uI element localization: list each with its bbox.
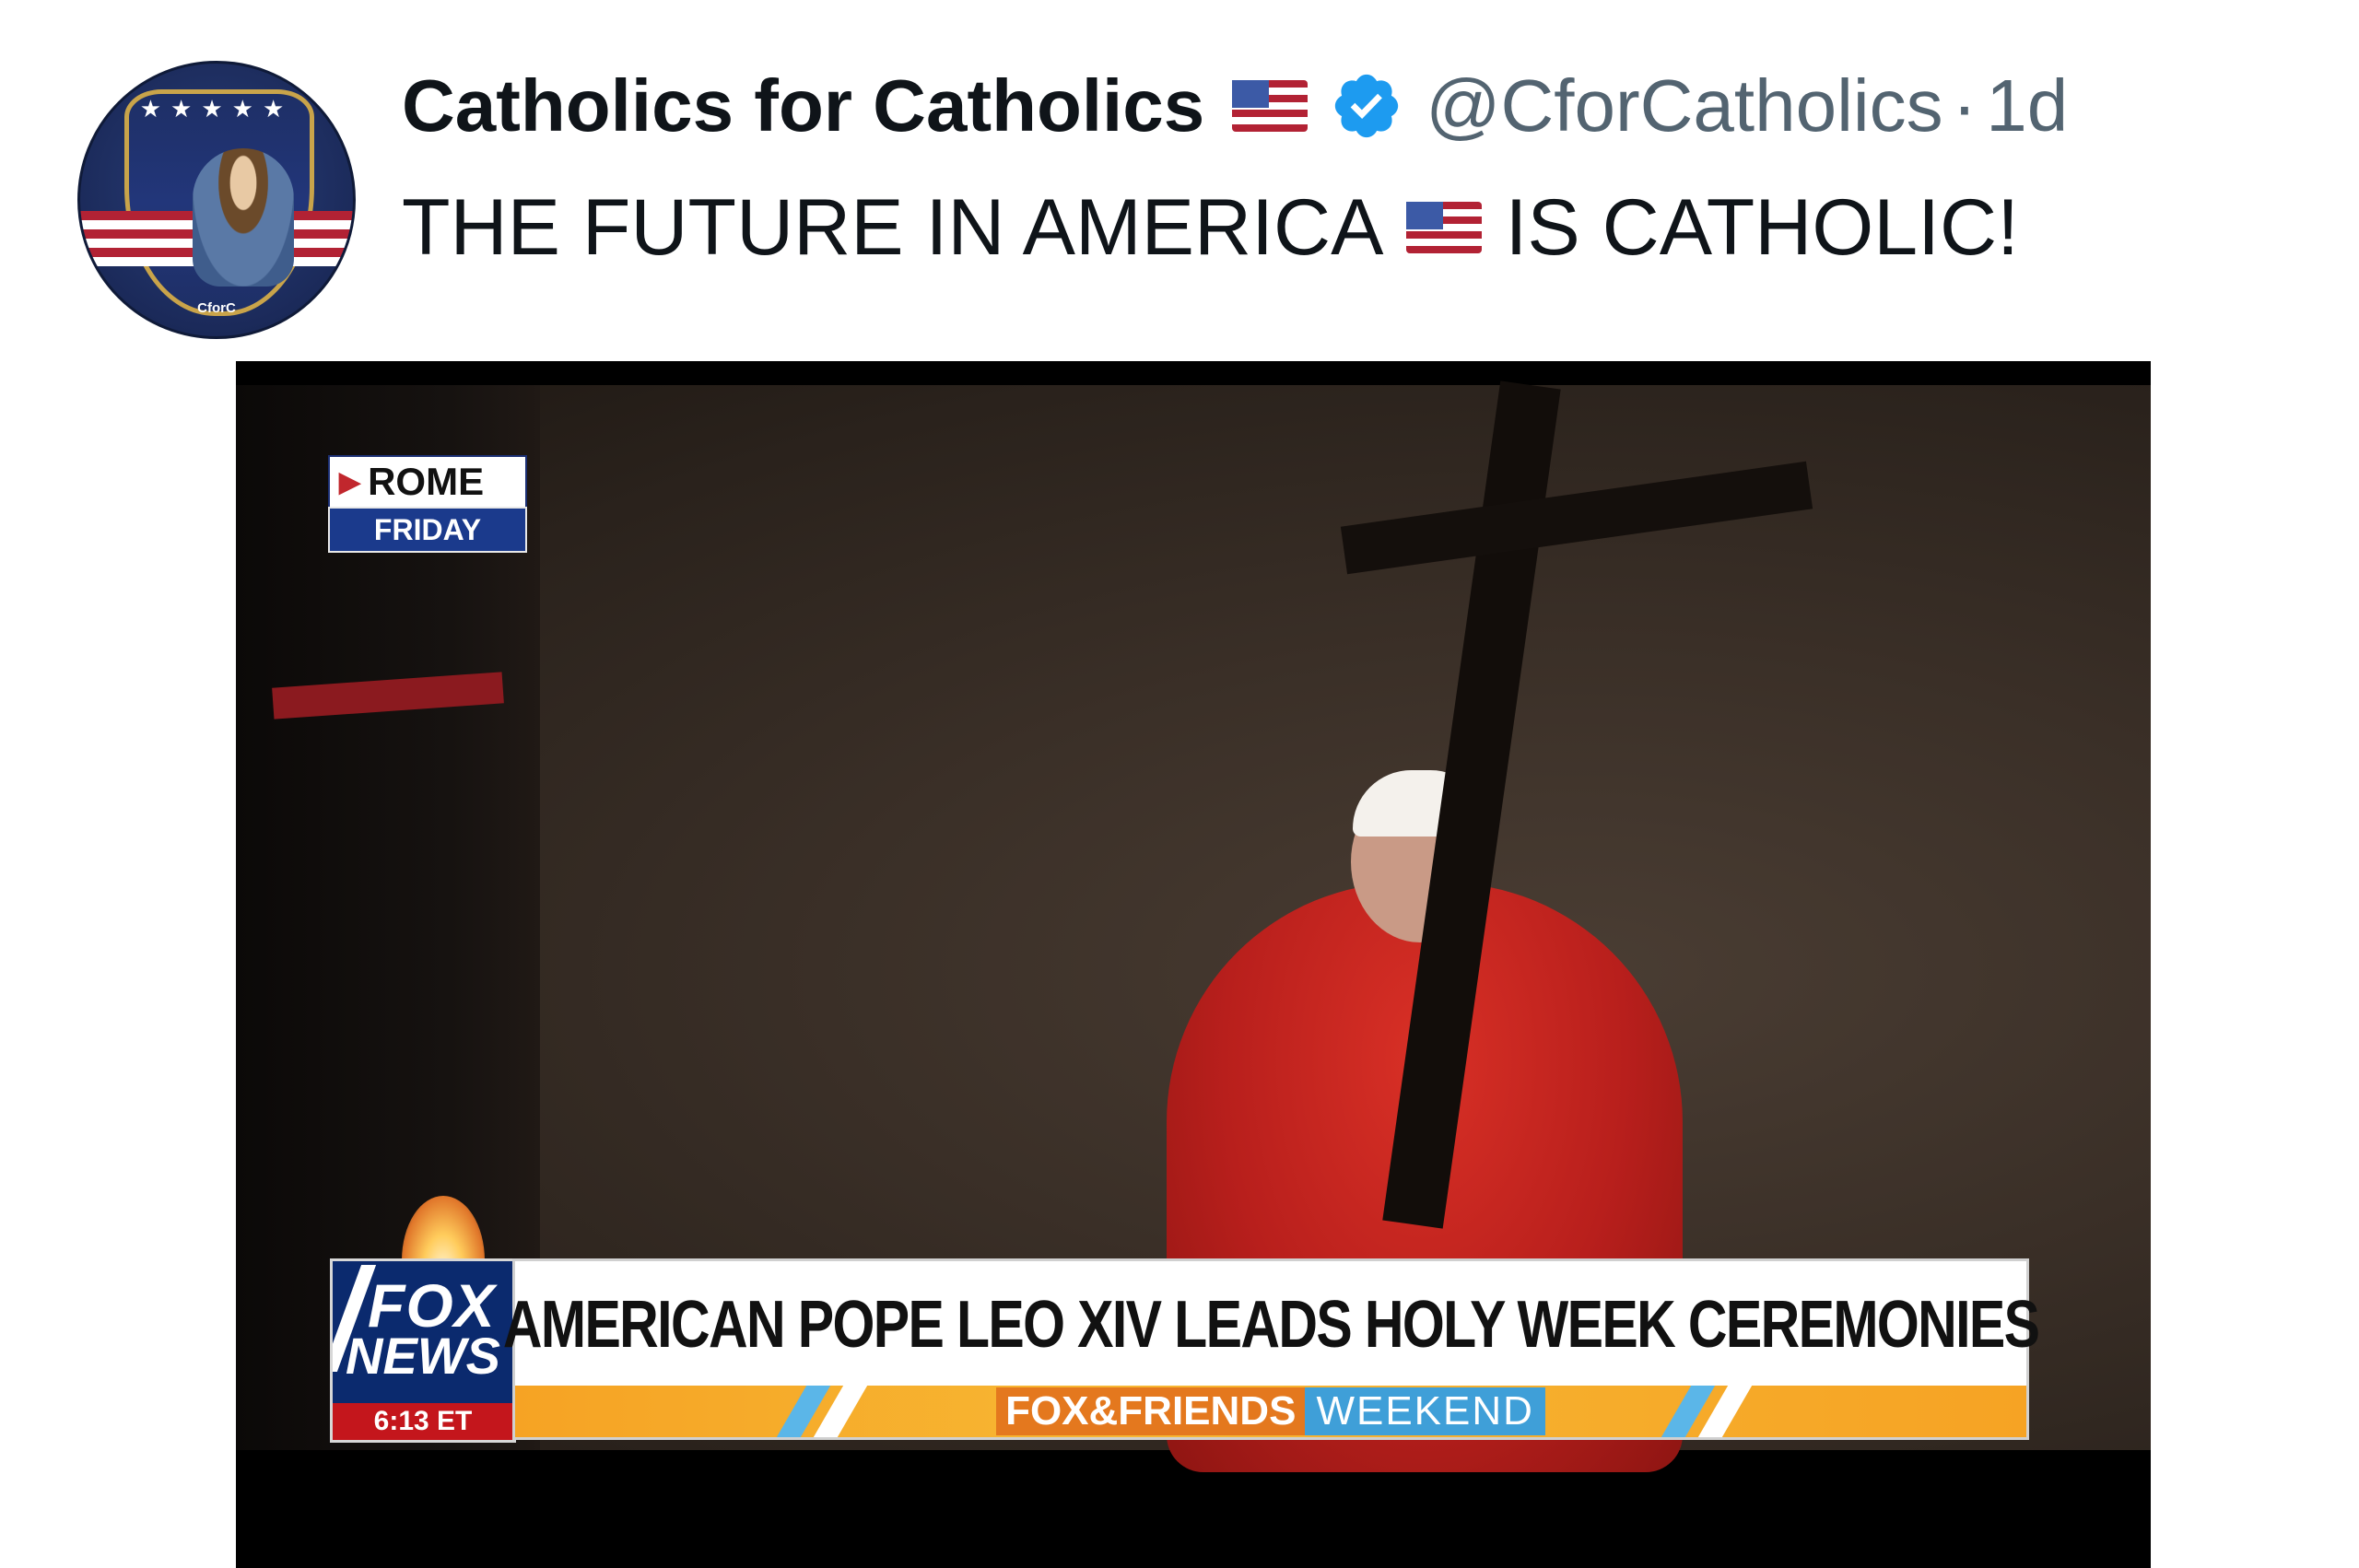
fox-logo-line2: NEWS xyxy=(346,1327,500,1385)
author-name[interactable]: Catholics for Catholics xyxy=(402,64,1204,148)
avatar-stars: ★★★★★ xyxy=(139,95,294,123)
fox-news-logo: FOX NEWS 6:13 ET xyxy=(330,1258,516,1443)
video-frame: ▶ ROME FRIDAY FOX NEWS 6:13 ET AMERICAN P… xyxy=(236,380,2151,1472)
author-handle[interactable]: @CforCatholics xyxy=(1426,64,1942,148)
show-name: FOX&FRIENDS WEEKEND xyxy=(996,1387,1545,1435)
location-city-text: ROME xyxy=(368,460,485,503)
news-headline: AMERICAN POPE LEO XIV LEADS HOLY WEEK CE… xyxy=(502,1288,2040,1362)
show-name-part2: WEEKEND xyxy=(1305,1387,1545,1435)
headline-bar: AMERICAN POPE LEO XIV LEADS HOLY WEEK CE… xyxy=(503,1258,2040,1391)
play-triangle-icon: ▶ xyxy=(339,466,361,497)
location-day: FRIDAY xyxy=(328,507,527,553)
separator-dot: · xyxy=(1952,64,1978,146)
author-avatar[interactable]: ★★★★★ CforC xyxy=(77,61,356,339)
location-city: ▶ ROME xyxy=(328,455,527,507)
tweet-timestamp[interactable]: 1d xyxy=(1986,64,2068,148)
us-flag-icon xyxy=(1405,202,1482,253)
cross-horizontal-beam xyxy=(1340,461,1813,575)
us-flag-icon xyxy=(1232,80,1309,132)
tweet-header: Catholics for Catholics @CforCatholics ·… xyxy=(402,55,2068,157)
show-name-bar: FOX&FRIENDS WEEKEND xyxy=(512,1386,2029,1440)
show-name-part1: FOX&FRIENDS xyxy=(996,1387,1306,1435)
avatar-madonna-image xyxy=(193,148,294,287)
tweet-text-part1: THE FUTURE IN AMERICA xyxy=(402,182,1384,272)
avatar-label: CforC xyxy=(197,300,236,316)
location-tag: ▶ ROME FRIDAY xyxy=(328,455,527,553)
tweet-text-part2: IS CATHOLIC! xyxy=(1505,182,2020,272)
verified-badge-icon[interactable] xyxy=(1330,69,1403,143)
broadcast-clock: 6:13 ET xyxy=(333,1403,513,1440)
tweet-text: THE FUTURE IN AMERICA IS CATHOLIC! xyxy=(402,177,2019,278)
tweet-video[interactable]: ▶ ROME FRIDAY FOX NEWS 6:13 ET AMERICAN P… xyxy=(236,361,2151,1568)
lower-third-banner: AMERICAN POPE LEO XIV LEADS HOLY WEEK CE… xyxy=(503,1258,2040,1440)
